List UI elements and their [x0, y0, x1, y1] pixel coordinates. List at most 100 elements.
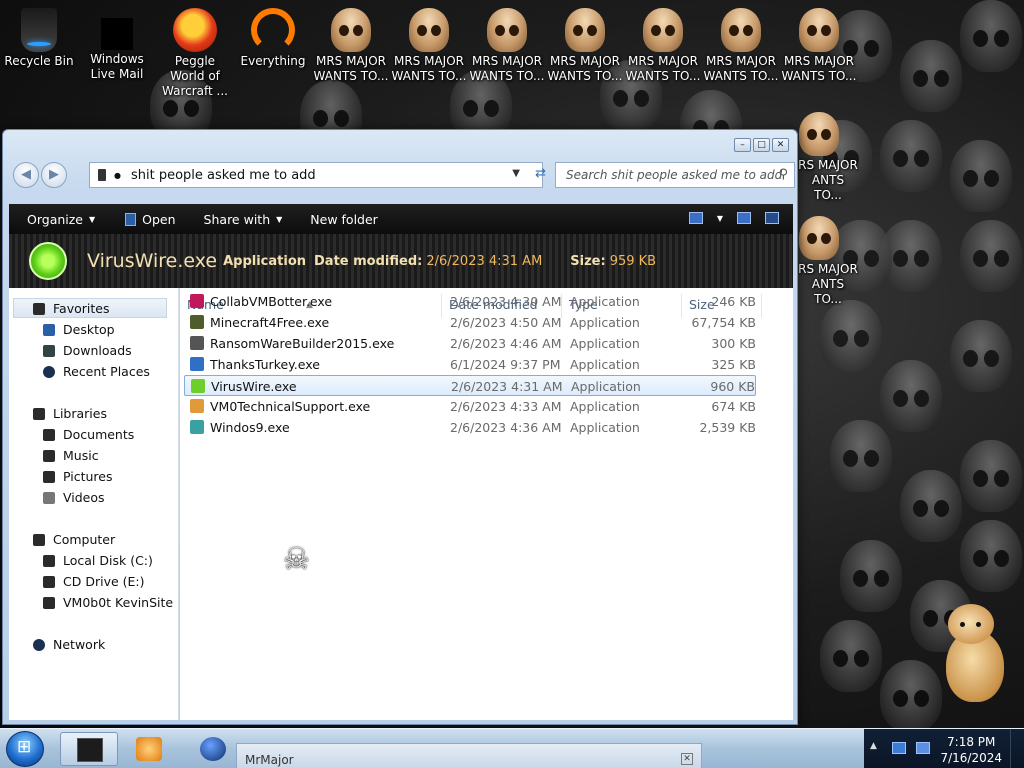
desktop-icon-mrs-major-4[interactable]: MRS MAJOR WANTS TO...	[546, 8, 624, 84]
desktop-icon-mrs-major-6[interactable]: MRS MAJOR WANTS TO...	[702, 8, 780, 84]
back-button[interactable]: ◀	[13, 162, 39, 188]
wallpaper-skull	[840, 540, 902, 612]
clock[interactable]: 7:18 PM 7/16/2024	[940, 734, 1002, 766]
skull-icon	[799, 112, 839, 156]
desktop-icon-label: Windows Live Mail	[90, 52, 144, 81]
nav-libraries[interactable]: Libraries	[33, 406, 107, 421]
show-hidden-icons-icon[interactable]: ▲	[870, 741, 877, 751]
skull-icon	[721, 8, 761, 52]
nav-label: Documents	[63, 427, 135, 442]
new-folder-button[interactable]: New folder	[310, 212, 378, 227]
details-pane: VirusWire.exe Application Date modified:…	[9, 234, 793, 288]
change-view-icon[interactable]	[688, 212, 703, 224]
desktop-icon-windows-live-mail[interactable]: Windows Live Mail	[78, 8, 156, 82]
exe-file-icon	[190, 420, 204, 434]
show-desktop-button[interactable]	[1010, 729, 1024, 768]
desktop-icon-label: Everything	[240, 54, 306, 68]
nav-recent-places[interactable]: Recent Places	[43, 364, 150, 379]
help-icon[interactable]	[765, 212, 779, 224]
desktop-icon-mrs-major-1[interactable]: MRS MAJOR WANTS TO...	[312, 8, 390, 84]
wallpaper-skull	[960, 220, 1022, 292]
taskbar-media-player[interactable]	[120, 732, 178, 766]
file-date: 2/6/2023 4:50 AM	[450, 315, 562, 330]
details-date-label: Date modified:	[314, 253, 423, 269]
address-bar[interactable]: ● shit people asked me to add ▼ ⇄	[89, 162, 546, 188]
media-player-icon	[136, 737, 162, 761]
file-list: Name ▲ Date modified Type Size CollabVMB…	[180, 288, 793, 720]
wallpaper-skull	[960, 440, 1022, 512]
desktop-icon-everything[interactable]: Everything	[234, 8, 312, 69]
table-row[interactable]: Minecraft4Free.exe 2/6/2023 4:50 AM Applic…	[184, 312, 756, 333]
desktop-icon-mrs-major-3[interactable]: MRS MAJOR WANTS TO...	[468, 8, 546, 84]
open-button[interactable]: Open	[125, 212, 176, 227]
share-with-button[interactable]: Share with ▼	[204, 212, 283, 227]
network-icon	[33, 638, 45, 651]
chevron-down-icon: ▼	[89, 214, 96, 224]
chevron-down-icon[interactable]: ▼	[717, 214, 723, 223]
hamster-pet[interactable]	[940, 600, 1010, 705]
details-file-name: VirusWire.exe	[87, 250, 218, 272]
preview-pane-icon[interactable]	[737, 212, 751, 224]
nav-label: Network	[53, 637, 106, 652]
start-button[interactable]	[6, 731, 44, 767]
table-row[interactable]: RansomWareBuilder2015.exe 2/6/2023 4:46 A…	[184, 333, 756, 354]
table-row[interactable]: CollabVMBotter.exe 2/6/2023 4:30 AM Applic…	[184, 291, 756, 312]
wallpaper-skull	[820, 620, 882, 692]
mrmajor-close-icon[interactable]: ✕	[681, 753, 693, 765]
desktop-icon-label: MRS MAJOR WANTS TO...	[703, 54, 779, 83]
nav-music[interactable]: Music	[43, 448, 99, 463]
nav-pictures[interactable]: Pictures	[43, 469, 113, 484]
forward-button[interactable]: ▶	[41, 162, 67, 188]
pictures-icon	[43, 470, 55, 483]
mrmajor-title: MrMajor	[245, 753, 294, 767]
nav-label: Downloads	[63, 343, 132, 358]
videos-icon	[43, 491, 55, 504]
nav-label: Favorites	[53, 301, 110, 316]
nav-computer[interactable]: Computer	[33, 532, 115, 547]
desktop-icon-label: MRS MAJOR WANTS TO...	[391, 54, 467, 83]
maximize-button[interactable]: □	[753, 138, 770, 152]
search-icon[interactable]: ⚲	[778, 167, 788, 182]
table-row[interactable]: Windos9.exe 2/6/2023 4:36 AM Application 2,…	[184, 417, 756, 438]
minimize-button[interactable]: –	[734, 138, 751, 152]
nav-network[interactable]: Network	[33, 637, 105, 652]
taskbar-globe[interactable]	[184, 732, 242, 766]
navigation-pane: Favorites Desktop Downloads Recent Place…	[9, 288, 179, 720]
share-with-label: Share with	[203, 211, 271, 227]
desktop-icon-mrs-major-7[interactable]: MRS MAJOR WANTS TO...	[780, 8, 858, 84]
file-date: 2/6/2023 4:33 AM	[450, 399, 562, 414]
desktop-icon-label: Peggle World of Warcraft ...	[162, 54, 228, 98]
nav-local-disk[interactable]: Local Disk (C:)	[43, 553, 153, 568]
nav-label: Computer	[53, 532, 116, 547]
desktop-icon-recycle-bin[interactable]: Recycle Bin	[0, 8, 78, 69]
nav-desktop[interactable]: Desktop	[43, 322, 115, 337]
nav-vm0b0t-kevinsite[interactable]: VM0b0t KevinSite	[43, 595, 173, 610]
table-row[interactable]: VM0TechnicalSupport.exe 2/6/2023 4:33 AM A…	[184, 396, 756, 417]
nav-documents[interactable]: Documents	[43, 427, 134, 442]
desktop-icon-mrs-major-2[interactable]: MRS MAJOR WANTS TO...	[390, 8, 468, 84]
skull-icon	[409, 8, 449, 52]
nav-downloads[interactable]: Downloads	[43, 343, 132, 358]
hamster-eye	[960, 622, 965, 627]
desktop-icon-mrs-major-5[interactable]: MRS MAJOR WANTS TO...	[624, 8, 702, 84]
mrmajor-window[interactable]: MrMajor ✕	[236, 743, 702, 768]
volume-tray-icon[interactable]	[916, 742, 930, 754]
table-row[interactable]: VirusWire.exe 2/6/2023 4:31 AM Application…	[184, 375, 756, 396]
taskbar-explorer[interactable]	[60, 732, 118, 766]
close-button[interactable]: ✕	[772, 138, 789, 152]
search-input[interactable]: Search shit people asked me to add ⚲	[555, 162, 795, 188]
nav-videos[interactable]: Videos	[43, 490, 105, 505]
explorer-window[interactable]: – □ ✕ ◀ ▶ ● shit people asked me to add …	[2, 129, 798, 725]
open-icon	[125, 212, 137, 226]
table-row[interactable]: ThanksTurkey.exe 6/1/2024 9:37 PM Applicat…	[184, 354, 756, 375]
refresh-icon[interactable]: ⇄	[535, 166, 546, 181]
hamster-head	[948, 604, 994, 644]
nav-favorites[interactable]: Favorites	[33, 301, 109, 316]
network-tray-icon[interactable]	[892, 742, 906, 754]
address-dropdown-icon[interactable]: ▼	[512, 168, 520, 179]
organize-button[interactable]: Organize ▼	[27, 212, 95, 227]
desktop-icon-peggle[interactable]: Peggle World of Warcraft ...	[156, 8, 234, 99]
breadcrumb-separator-icon[interactable]: ●	[114, 171, 121, 180]
music-icon	[43, 449, 55, 462]
nav-cd-drive[interactable]: CD Drive (E:)	[43, 574, 145, 589]
